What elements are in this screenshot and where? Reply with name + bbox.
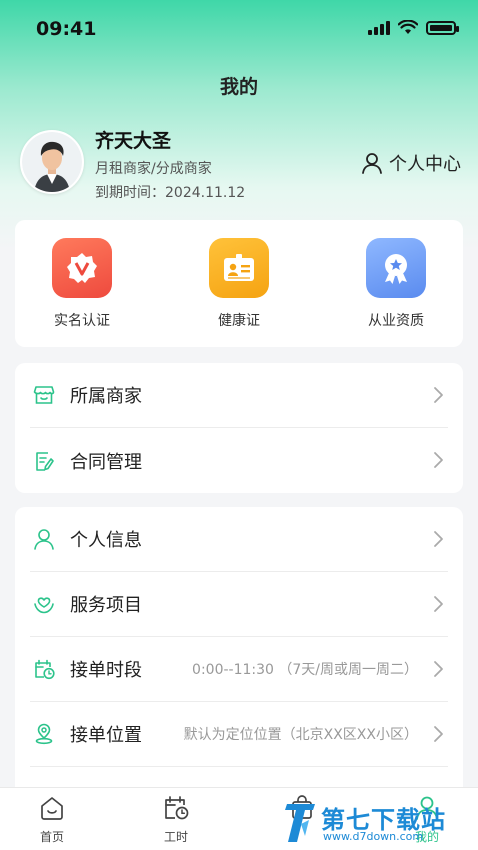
- chevron-right-icon: [434, 661, 443, 677]
- certification-card: 实名认证 健康证 从业资质: [15, 220, 463, 347]
- wifi-icon: [398, 20, 418, 34]
- avatar[interactable]: [20, 130, 84, 194]
- person-outline-icon: [362, 153, 382, 174]
- id-card-icon: [209, 238, 269, 298]
- chevron-right-icon: [434, 531, 443, 547]
- status-time: 09:41: [36, 18, 97, 40]
- cert-real-name-label: 实名认证: [54, 313, 110, 329]
- home-icon: [41, 797, 63, 820]
- cert-qualification[interactable]: 从业资质: [331, 238, 461, 330]
- watermark-url: www.d7down.com: [323, 830, 424, 843]
- contract-icon: [32, 449, 56, 473]
- menu-item-order-time[interactable]: 接单时段 0:00--11:30 （7天/周或周一周二）: [30, 637, 448, 702]
- menu-group-profile: 个人信息 服务项目 接单时段 0:00--11:30 （7天/周或周一周二） 接…: [15, 507, 463, 797]
- menu-item-merchant[interactable]: 所属商家: [30, 363, 448, 428]
- order-time-value: 0:00--11:30 （7天/周或周一周二）: [192, 662, 418, 678]
- tab-home-label: 首页: [39, 830, 64, 844]
- store-icon: [32, 383, 56, 407]
- award-ribbon-icon: [366, 238, 426, 298]
- personal-center-label: 个人中心: [389, 154, 461, 175]
- chevron-right-icon: [434, 452, 443, 468]
- page-title: 我的: [219, 76, 258, 98]
- tab-worktime[interactable]: 工时: [131, 794, 221, 845]
- tab-home[interactable]: 首页: [7, 794, 97, 845]
- menu-item-personal-info[interactable]: 个人信息: [30, 507, 448, 572]
- merchant-type: 月租商家/分成商家: [95, 161, 212, 177]
- menu-item-contract-label: 合同管理: [70, 451, 142, 473]
- calendar-clock-icon: [32, 657, 56, 681]
- expire-date: 到期时间：2024.11.12: [95, 185, 246, 201]
- menu-group-merchant: 所属商家 合同管理: [15, 363, 463, 493]
- signal-icon: [368, 20, 390, 35]
- cert-health-label: 健康证: [218, 313, 260, 329]
- chevron-right-icon: [434, 387, 443, 403]
- watermark-logo-icon: [285, 804, 315, 842]
- menu-item-merchant-label: 所属商家: [70, 386, 142, 407]
- battery-icon: [426, 20, 459, 35]
- person-icon: [32, 527, 56, 551]
- status-icons: [368, 20, 459, 35]
- chevron-right-icon: [434, 596, 443, 612]
- menu-item-order-location-label: 接单位置: [70, 725, 142, 746]
- menu-item-personal-info-label: 个人信息: [70, 530, 142, 551]
- order-location-value: 默认为定位位置（北京XX区XX小区）: [183, 727, 418, 743]
- cert-health[interactable]: 健康证: [174, 238, 304, 330]
- cert-qualification-label: 从业资质: [368, 313, 424, 329]
- menu-item-service[interactable]: 服务项目: [30, 572, 448, 637]
- calendar-clock-icon: [165, 796, 189, 820]
- menu-item-order-time-label: 接单时段: [70, 660, 142, 681]
- menu-item-contract[interactable]: 合同管理: [30, 428, 448, 493]
- menu-item-order-location[interactable]: 接单位置 默认为定位位置（北京XX区XX小区）: [30, 702, 448, 767]
- watermark: 第七下载站 www.d7down.com: [283, 798, 478, 850]
- tab-worktime-label: 工时: [163, 830, 188, 844]
- cert-real-name[interactable]: 实名认证: [17, 238, 147, 330]
- profile-name: 齐天大圣: [95, 130, 172, 152]
- menu-item-service-label: 服务项目: [70, 595, 142, 616]
- status-bar: 09:41: [0, 0, 478, 56]
- location-pin-icon: [32, 722, 56, 746]
- personal-center-link[interactable]: 个人中心: [361, 150, 461, 176]
- chevron-right-icon: [434, 726, 443, 742]
- heart-hands-icon: [32, 592, 56, 616]
- verified-badge-icon: [52, 238, 112, 298]
